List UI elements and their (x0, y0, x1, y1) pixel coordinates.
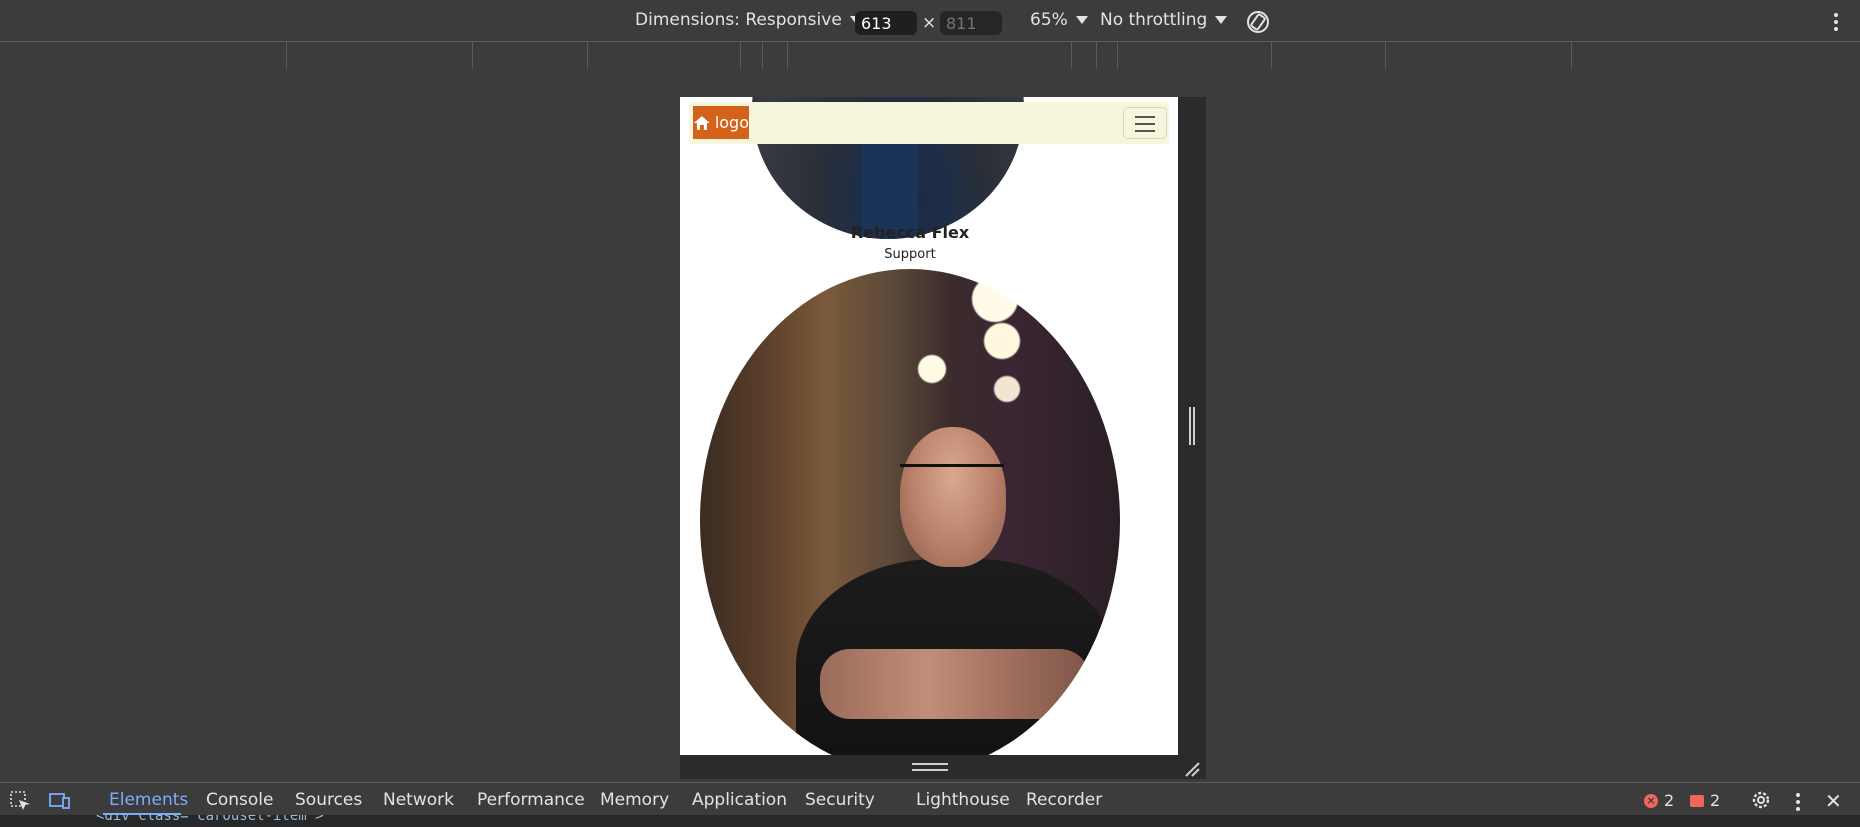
ruler-tick[interactable] (1271, 42, 1272, 69)
inspect-element-icon[interactable] (10, 791, 32, 811)
resize-handle-right[interactable] (1189, 407, 1195, 445)
team-member-role: Support (884, 247, 936, 262)
tab-console[interactable]: Console (206, 790, 274, 810)
height-input[interactable] (940, 11, 1002, 35)
ruler-tick[interactable] (1385, 42, 1386, 69)
device-toolbar: Dimensions: Responsive × 65% No throttli… (0, 0, 1860, 40)
tab-application[interactable]: Application (692, 790, 787, 810)
device-viewport: logo Rebecca Flex Support (680, 97, 1178, 755)
ruler-tick[interactable] (1571, 42, 1572, 69)
tab-elements[interactable]: Elements (109, 790, 188, 810)
dimensions-select[interactable]: Dimensions: Responsive (635, 10, 862, 30)
issue-icon (1690, 794, 1704, 807)
ruler-tick[interactable] (286, 42, 287, 69)
ruler-tick[interactable] (472, 42, 473, 69)
errors-count: 2 (1664, 791, 1675, 810)
ruler-tick[interactable] (1096, 42, 1097, 69)
device-toggle-icon[interactable] (49, 791, 71, 811)
rotate-icon[interactable] (1245, 9, 1271, 35)
times-sign: × (922, 13, 937, 33)
zoom-select[interactable]: 65% (1030, 10, 1088, 30)
error-icon: × (1644, 793, 1658, 808)
viewport-stage: logo Rebecca Flex Support (0, 69, 1860, 782)
hamburger-icon (1135, 116, 1155, 118)
dimensions-label: Dimensions: Responsive (635, 10, 842, 30)
tab-recorder[interactable]: Recorder (1026, 790, 1102, 810)
elements-code-line[interactable]: <div class="carousel-item"> (0, 815, 1860, 827)
width-input[interactable] (855, 11, 917, 35)
close-icon[interactable]: ✕ (1825, 789, 1842, 813)
chevron-down-icon (1075, 16, 1088, 24)
ruler-tick[interactable] (762, 42, 763, 69)
logo-link[interactable]: logo (693, 106, 749, 139)
home-icon (693, 115, 710, 130)
tab-network[interactable]: Network (383, 790, 454, 810)
tab-sources[interactable]: Sources (295, 790, 362, 810)
team-member-photo (700, 269, 1120, 755)
code-snippet: <div class="carousel-item"> (96, 815, 324, 824)
resize-rail-right (1178, 97, 1206, 755)
tab-security[interactable]: Security (805, 790, 875, 810)
resize-handle-bottom[interactable] (912, 763, 948, 771)
resize-rail-bottom (680, 755, 1206, 779)
devtools-tabbar: Elements Console Sources Network Perform… (0, 782, 1860, 816)
more-options-icon[interactable] (1826, 10, 1846, 34)
team-member-name: Rebecca Flex (850, 223, 970, 242)
media-query-ruler (0, 41, 1860, 70)
warnings-count: 2 (1710, 791, 1721, 810)
warnings-badge[interactable]: 2 (1690, 791, 1720, 810)
resize-corner-icon[interactable] (1184, 761, 1200, 777)
tab-performance[interactable]: Performance (477, 790, 585, 810)
throttling-select[interactable]: No throttling (1100, 10, 1228, 30)
devtools-menu-icon[interactable] (1793, 790, 1803, 812)
ruler-tick[interactable] (1071, 42, 1072, 69)
navbar-toggler-button[interactable] (1123, 107, 1167, 139)
ruler-tick[interactable] (740, 42, 741, 69)
tab-lighthouse[interactable]: Lighthouse (916, 790, 1010, 810)
zoom-label: 65% (1030, 10, 1068, 30)
gear-icon[interactable] (1750, 789, 1772, 811)
site-navbar: logo (689, 102, 1169, 144)
chevron-down-icon (1215, 16, 1228, 24)
tab-memory[interactable]: Memory (600, 790, 669, 810)
ruler-tick[interactable] (587, 42, 588, 69)
logo-text: logo (714, 113, 749, 132)
ruler-tick[interactable] (1117, 42, 1118, 69)
throttling-label: No throttling (1100, 10, 1208, 30)
ruler-tick[interactable] (787, 42, 788, 69)
errors-badge[interactable]: × 2 (1644, 791, 1674, 810)
